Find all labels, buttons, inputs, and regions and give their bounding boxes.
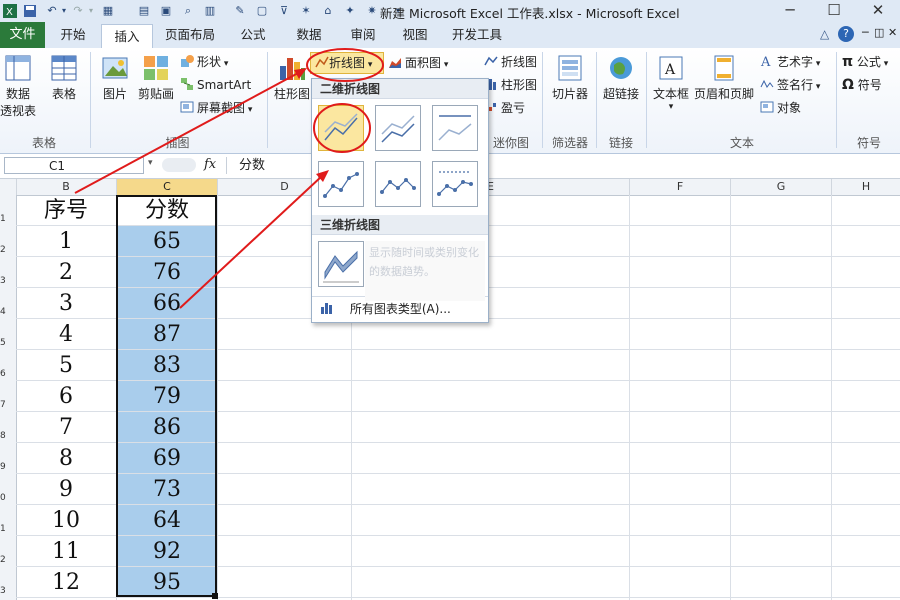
annotation-arrow-2	[179, 175, 323, 309]
annotation-circle-line-option	[313, 103, 371, 153]
annotation-arrowhead-1	[294, 68, 307, 79]
annotation-circle-line-button	[306, 48, 384, 82]
annotation-overlay	[74, 48, 384, 309]
annotation-arrow-1	[74, 71, 301, 194]
